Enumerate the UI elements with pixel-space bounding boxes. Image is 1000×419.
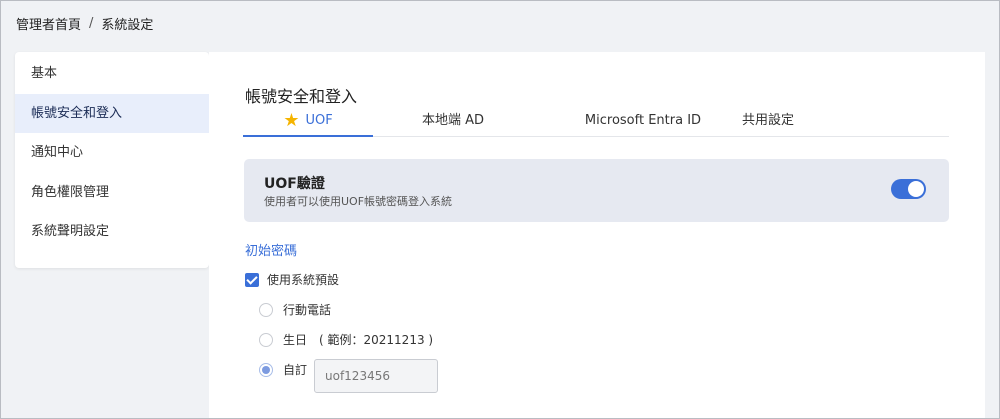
custom-password-input[interactable] <box>314 359 438 393</box>
option-custom-radio[interactable] <box>259 362 273 377</box>
option-birthday-label: 生日 <box>283 333 308 347</box>
uof-auth-description: 使用者可以使用UOF帳號密碼登入系統 <box>264 195 453 208</box>
main-panel: 帳號安全和登入 ★ UOF 本地端 AD Microsoft Entra ID 共… <box>209 52 985 419</box>
option-mobile-row: 行動電話 <box>259 301 331 318</box>
breadcrumb-current: 系統設定 <box>101 18 154 33</box>
option-birthday-row: 生日 ( 範例：20211213 ) <box>259 331 433 348</box>
uof-auth-card: UOF驗證 使用者可以使用UOF帳號密碼登入系統 <box>244 159 949 222</box>
option-custom-row: 自訂 <box>259 361 307 378</box>
option-birthday-radio[interactable] <box>259 332 273 347</box>
breadcrumb-home-link[interactable]: 管理者首頁 <box>16 14 81 33</box>
uof-auth-title: UOF驗證 <box>264 176 325 192</box>
sidebar-item-account-security[interactable]: 帳號安全和登入 <box>15 93 209 133</box>
option-birthday-example: ( 範例：20211213 ) <box>319 333 434 347</box>
sidebar-item-notification-center[interactable]: 通知中心 <box>15 133 209 173</box>
breadcrumb: 管理者首頁 / 系統設定 <box>16 14 153 33</box>
sidebar: 基本 帳號安全和登入 通知中心 角色權限管理 系統聲明設定 <box>15 52 209 268</box>
breadcrumb-separator: / <box>89 16 94 31</box>
page-title: 帳號安全和登入 <box>245 87 358 106</box>
tab-microsoft-entra-id[interactable]: Microsoft Entra ID <box>563 108 723 137</box>
sidebar-item-role-permissions[interactable]: 角色權限管理 <box>15 173 209 213</box>
uof-auth-toggle[interactable] <box>891 179 926 199</box>
use-default-label: 使用系統預設 <box>267 273 340 287</box>
option-mobile-radio[interactable] <box>259 302 273 317</box>
tab-shared-settings[interactable]: 共用設定 <box>733 108 803 137</box>
tab-uof[interactable]: ★ UOF <box>243 108 373 137</box>
star-icon: ★ <box>283 110 300 131</box>
tab-uof-label: UOF <box>305 113 333 128</box>
sidebar-item-system-statement[interactable]: 系統聲明設定 <box>15 212 209 252</box>
toggle-knob <box>908 181 924 197</box>
tab-bar: ★ UOF 本地端 AD Microsoft Entra ID 共用設定 <box>243 108 949 137</box>
option-custom-label: 自訂 <box>283 363 308 377</box>
tab-local-ad[interactable]: 本地端 AD <box>398 108 508 137</box>
initial-password-title: 初始密碼 <box>245 244 298 259</box>
use-default-row: 使用系統預設 <box>245 271 339 288</box>
option-mobile-label: 行動電話 <box>283 303 332 317</box>
use-default-checkbox[interactable] <box>245 272 259 287</box>
sidebar-item-basic[interactable]: 基本 <box>15 54 209 94</box>
